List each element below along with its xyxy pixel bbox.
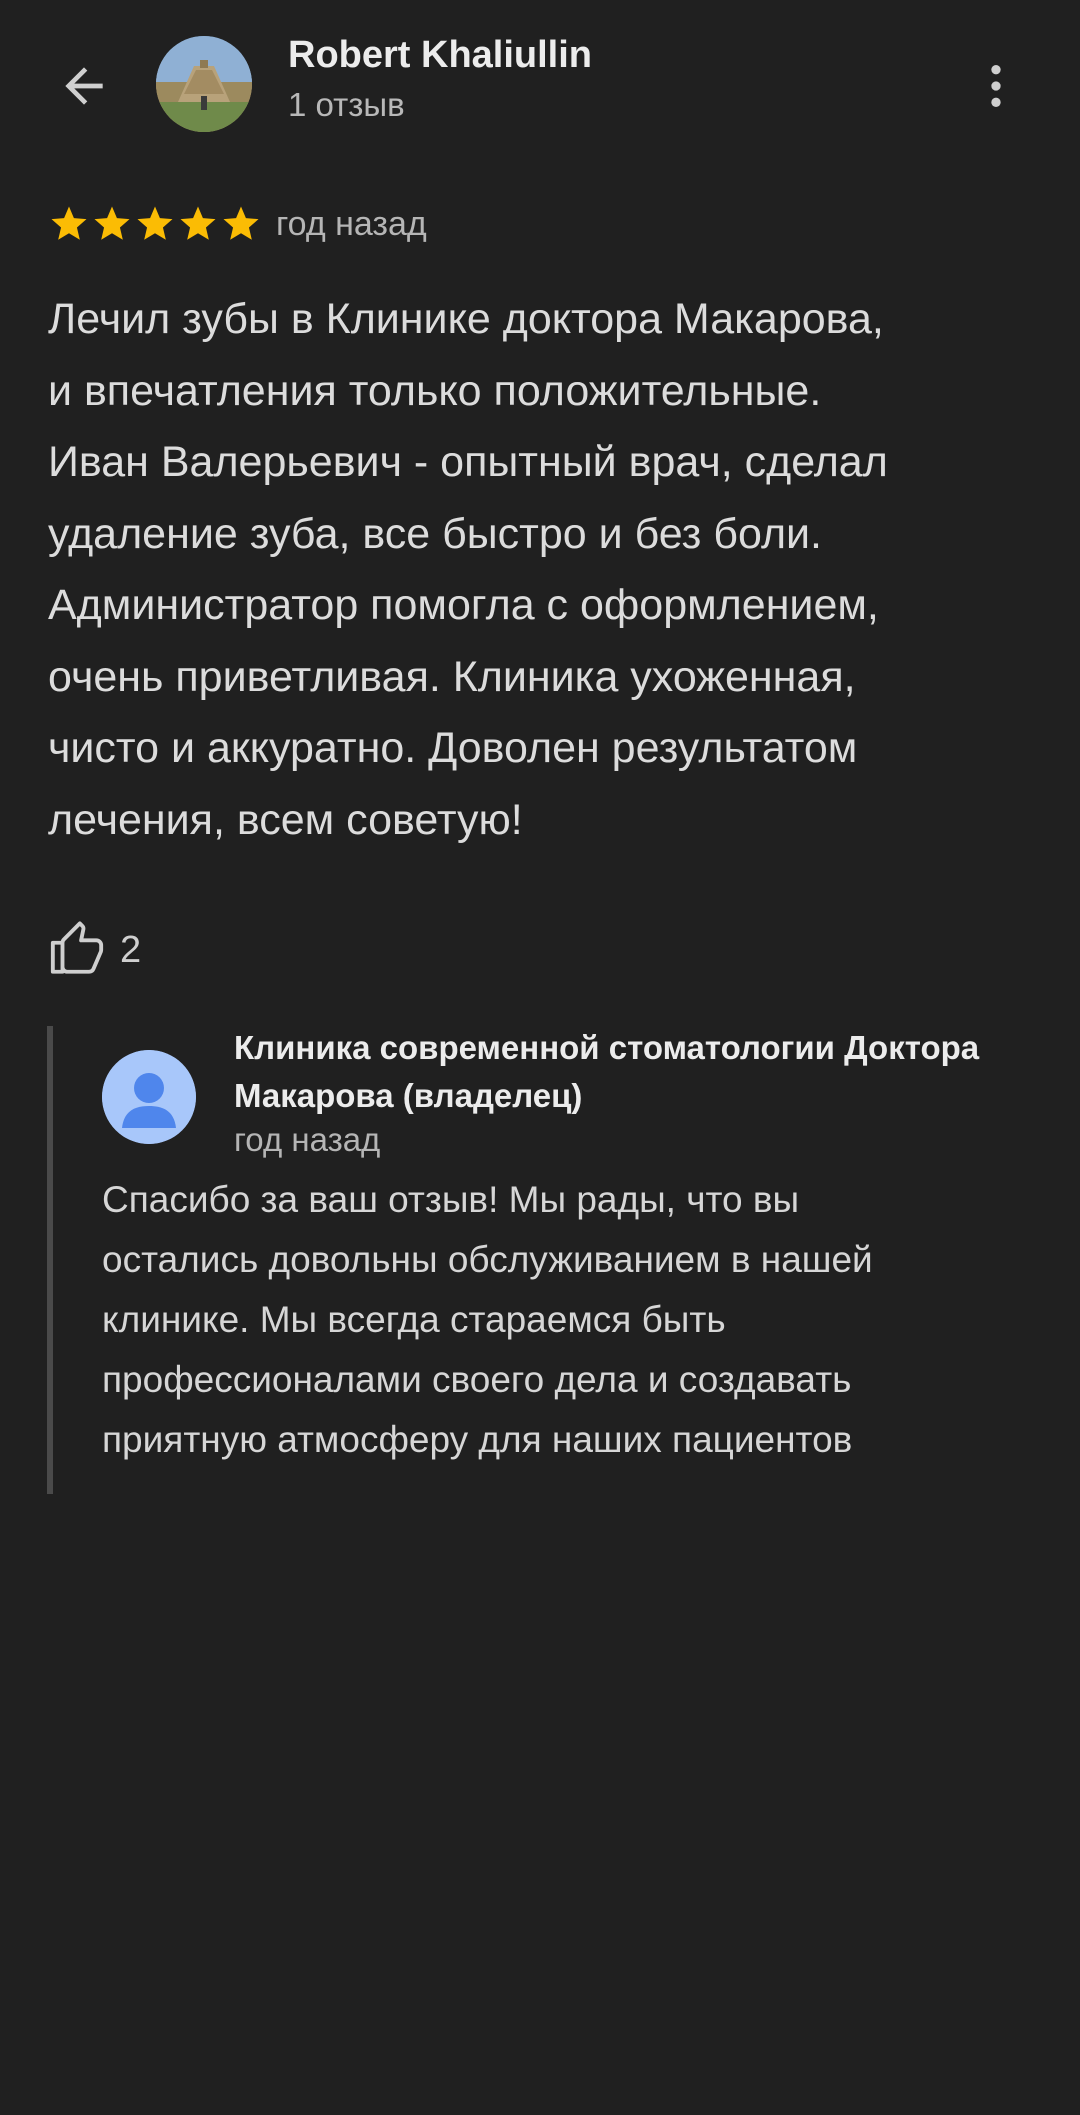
thumb-up-icon xyxy=(50,921,104,974)
star-icon xyxy=(51,206,87,240)
star-rating xyxy=(48,200,263,248)
review-time: год назад xyxy=(276,205,427,243)
star-icon xyxy=(94,206,130,240)
star-icon xyxy=(180,206,216,240)
pyramid-photo xyxy=(156,36,252,132)
more-options-button[interactable] xyxy=(960,50,1032,122)
back-button[interactable] xyxy=(48,50,120,122)
star-icon xyxy=(223,206,259,240)
owner-avatar xyxy=(102,1050,196,1144)
reviewer-avatar[interactable] xyxy=(156,36,252,132)
owner-reply-time: год назад xyxy=(234,1121,381,1158)
owner-reply-text: Спасибо за ваш отзыв! Мы рады, что вы ос… xyxy=(102,1179,873,1460)
like-button[interactable]: 2 xyxy=(48,918,141,982)
reply-divider-bar xyxy=(47,1026,53,1494)
more-vert-icon xyxy=(991,65,1001,107)
review-text: Лечил зубы в Клинике доктора Макарова, и… xyxy=(48,295,888,844)
header: Robert Khaliullin 1 отзыв xyxy=(0,0,1080,170)
person-icon xyxy=(102,1050,196,1144)
review-detail-page: Robert Khaliullin 1 отзыв год назад Лечи… xyxy=(0,0,1080,2115)
owner-name: Клиника современной стоматологии Доктора… xyxy=(234,1029,980,1114)
reviewer-review-count: 1 отзыв xyxy=(288,86,405,123)
like-count: 2 xyxy=(120,928,142,971)
star-icon xyxy=(137,206,173,240)
arrow-back-icon xyxy=(65,67,103,105)
reviewer-name[interactable]: Robert Khaliullin xyxy=(288,34,592,77)
